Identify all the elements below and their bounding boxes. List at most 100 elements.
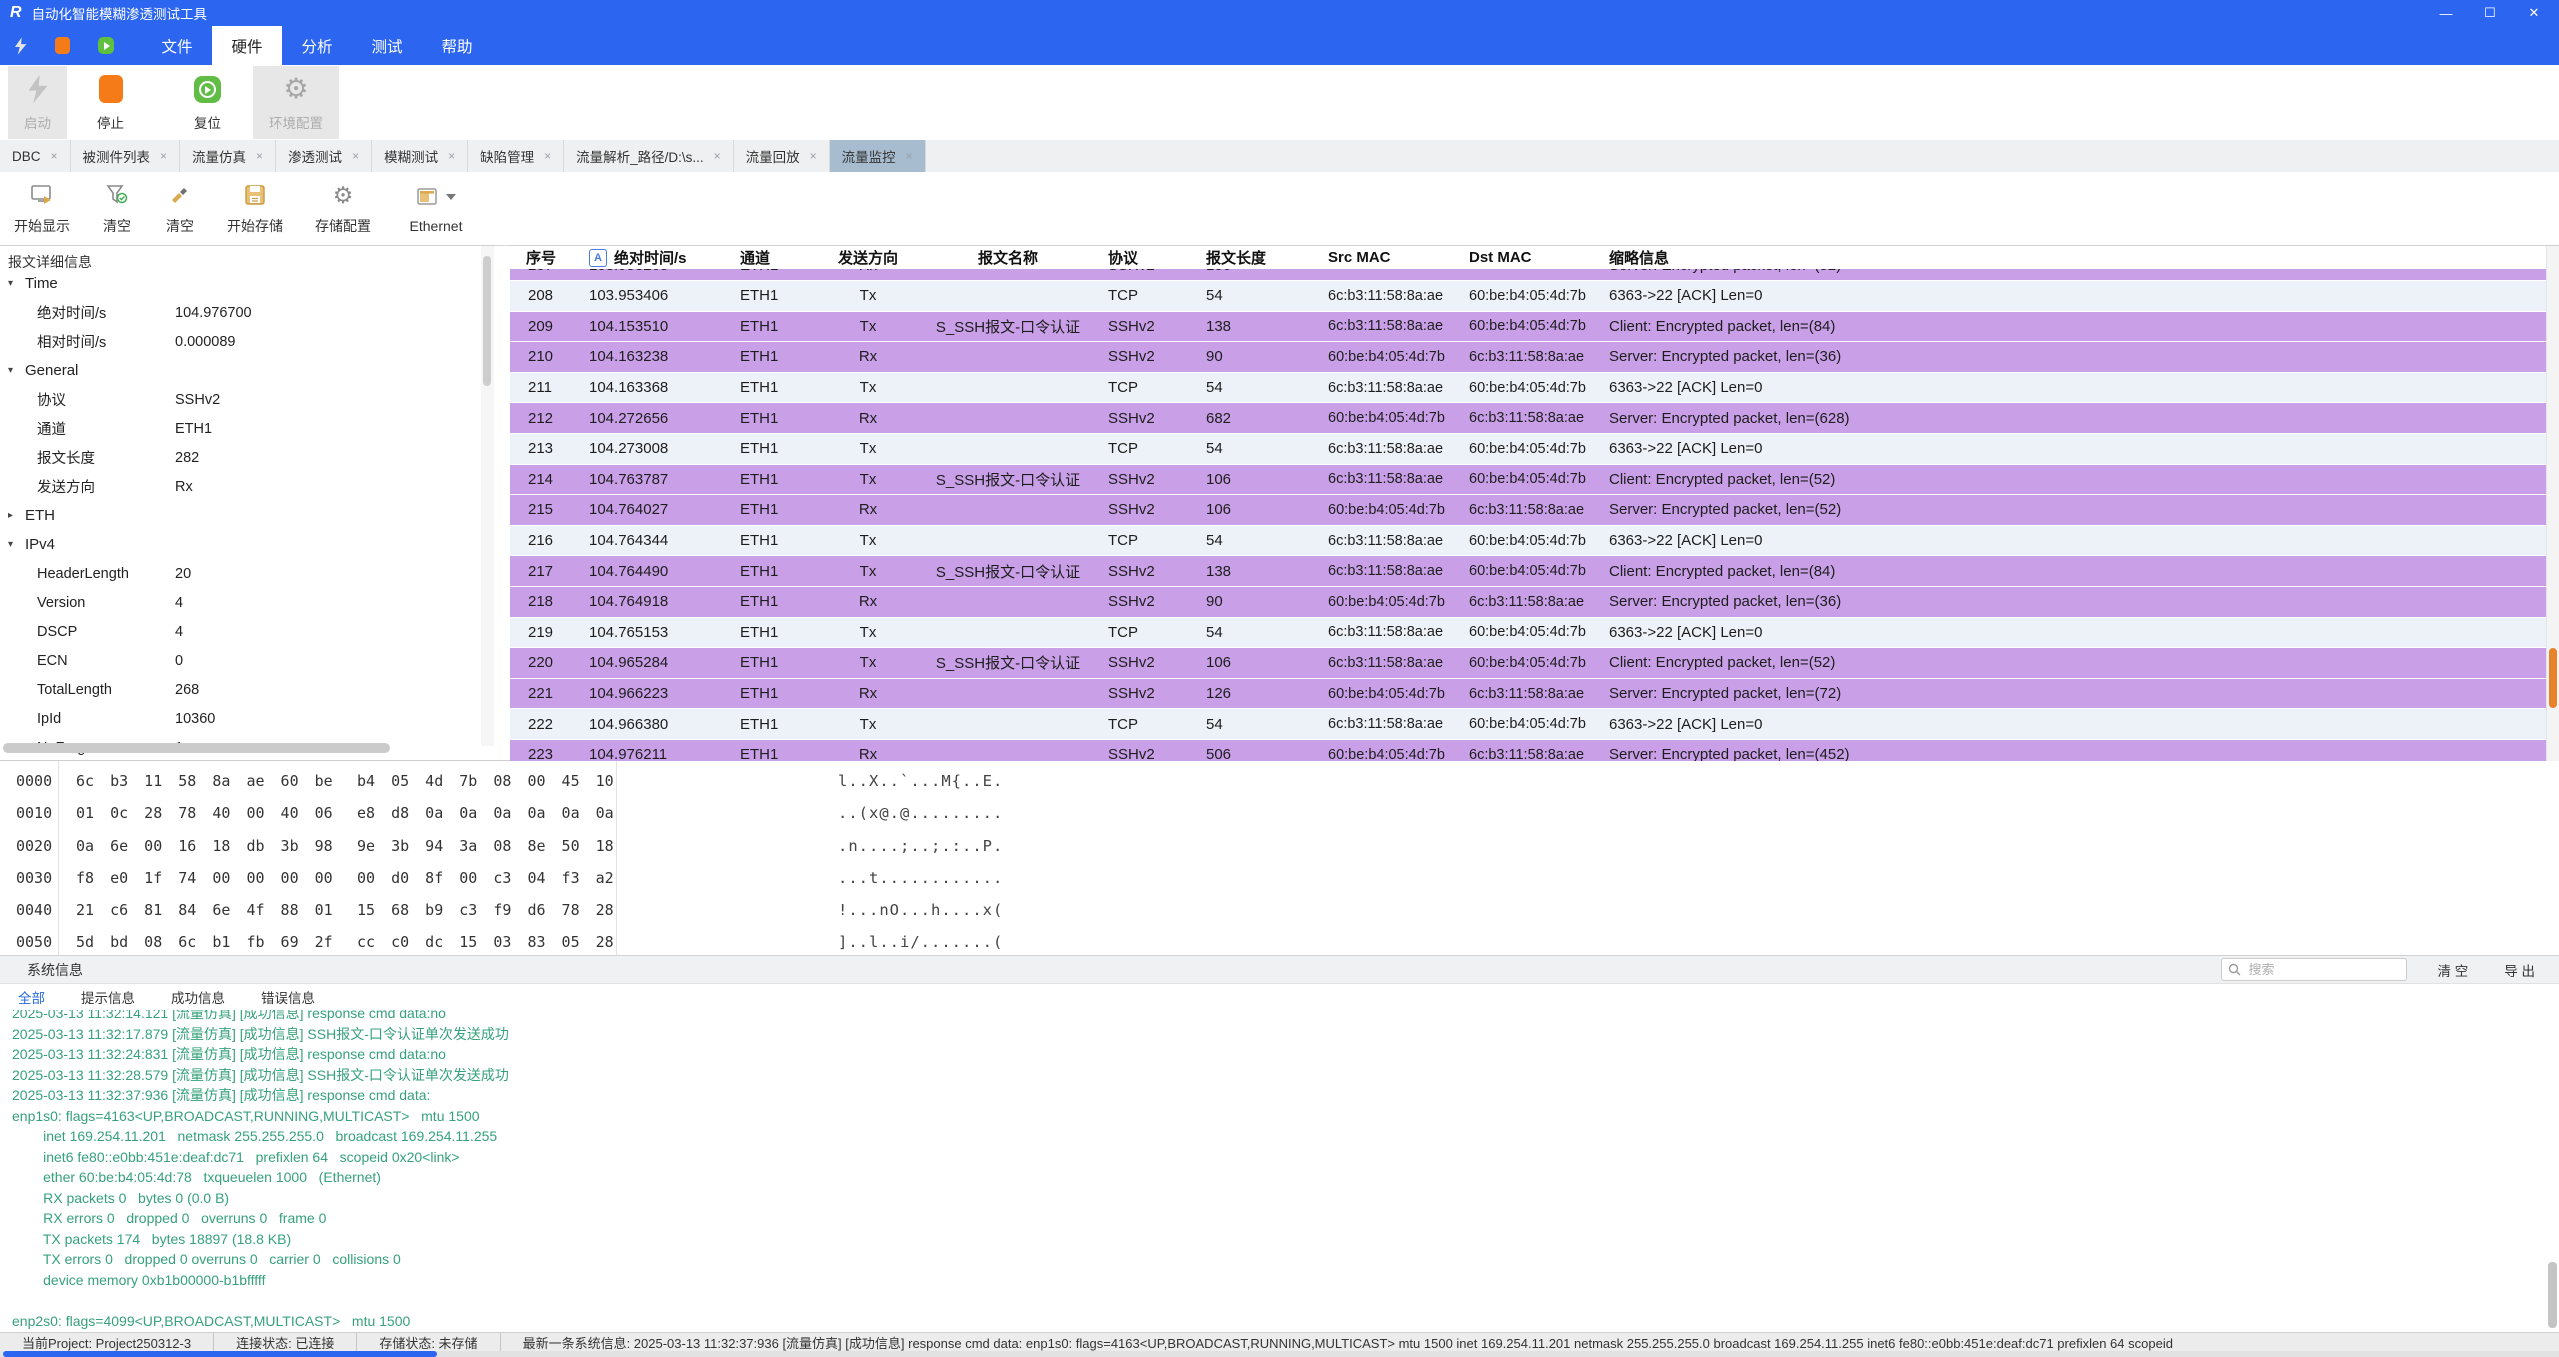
detail-tree-item[interactable]: ▸ ETH: [0, 501, 494, 530]
document-tab[interactable]: 流量仿真 ×: [180, 140, 276, 172]
detail-tree-item[interactable]: 相对时间/s 0.000089: [0, 327, 494, 356]
env-config-button[interactable]: ⚙ 环境配置: [253, 66, 339, 139]
tab-close-icon[interactable]: ×: [352, 149, 359, 163]
maximize-icon[interactable]: ☐: [2483, 5, 2497, 21]
menu-item[interactable]: 硬件: [212, 26, 282, 65]
search-input[interactable]: [2246, 961, 2380, 978]
tree-arrow-icon[interactable]: ▾: [8, 278, 25, 289]
packet-row[interactable]: 221 104.966223 ETH1 Rx SSHv2 126 60:be:b…: [510, 679, 2547, 710]
tab-close-icon[interactable]: ×: [448, 149, 455, 163]
start-display-button[interactable]: 开始显示: [0, 172, 84, 245]
col-header-channel[interactable]: 通道: [740, 247, 828, 268]
tab-close-icon[interactable]: ×: [544, 149, 551, 163]
interface-selector[interactable]: Ethernet: [386, 172, 486, 245]
detail-tree-item[interactable]: 发送方向 Rx: [0, 472, 494, 501]
document-tab[interactable]: DBC ×: [0, 140, 71, 172]
log-filter-tab[interactable]: 提示信息: [81, 987, 135, 1007]
packet-row[interactable]: 213 104.273008 ETH1 Tx TCP 54 6c:b3:11:5…: [510, 434, 2547, 465]
detail-tree-item[interactable]: Version 4: [0, 588, 494, 617]
tab-close-icon[interactable]: ×: [810, 149, 817, 163]
tab-close-icon[interactable]: ×: [714, 149, 721, 163]
document-tab[interactable]: 缺陷管理 ×: [468, 140, 564, 172]
log-scrollbar-thumb[interactable]: [2548, 1262, 2557, 1328]
log-filter-tab[interactable]: 成功信息: [171, 987, 225, 1007]
menu-item[interactable]: 文件: [142, 26, 212, 65]
col-header-no[interactable]: 序号: [510, 247, 589, 268]
log-search-box[interactable]: [2221, 958, 2407, 981]
filter-button[interactable]: 清空: [84, 172, 150, 245]
packet-row[interactable]: 219 104.765153 ETH1 Tx TCP 54 6c:b3:11:5…: [510, 618, 2547, 649]
detail-vertical-scrollbar[interactable]: [481, 246, 494, 746]
stop-button[interactable]: 停止: [81, 66, 140, 139]
packet-row[interactable]: 209 104.153510 ETH1 Tx S_SSH报文-口令认证 SSHv…: [510, 312, 2547, 343]
packet-row[interactable]: 212 104.272656 ETH1 Rx SSHv2 682 60:be:b…: [510, 403, 2547, 434]
detail-tree-item[interactable]: IpId 10360: [0, 704, 494, 733]
tree-arrow-icon[interactable]: ▾: [8, 539, 25, 550]
packet-row[interactable]: 218 104.764918 ETH1 Rx SSHv2 90 60:be:b4…: [510, 587, 2547, 618]
detail-tree-item[interactable]: DSCP 4: [0, 617, 494, 646]
clear-button[interactable]: 清空: [150, 172, 210, 245]
col-header-time[interactable]: A 绝对时间/s: [589, 247, 740, 268]
col-header-src-mac[interactable]: Src MAC: [1328, 249, 1469, 266]
packet-row[interactable]: 208 103.953406 ETH1 Tx TCP 54 6c:b3:11:5…: [510, 281, 2547, 312]
packet-row[interactable]: 220 104.965284 ETH1 Tx S_SSH报文-口令认证 SSHv…: [510, 648, 2547, 679]
bottom-scrollbar[interactable]: [0, 1351, 2559, 1357]
stop-icon[interactable]: [55, 37, 69, 54]
detail-tree-item[interactable]: ▾ Time: [0, 269, 494, 298]
menu-item[interactable]: 分析: [282, 26, 352, 65]
export-log-button[interactable]: 导 出: [2498, 959, 2541, 981]
close-icon[interactable]: ✕: [2527, 5, 2541, 21]
packet-row[interactable]: 217 104.764490 ETH1 Tx S_SSH报文-口令认证 SSHv…: [510, 556, 2547, 587]
detail-tree-item[interactable]: HeaderLength 20: [0, 559, 494, 588]
detail-tree-item[interactable]: ECN 0: [0, 646, 494, 675]
start-store-button[interactable]: 开始存储: [210, 172, 300, 245]
start-button[interactable]: 启动: [8, 66, 67, 139]
scrollbar-thumb[interactable]: [483, 256, 491, 386]
packet-row[interactable]: 214 104.763787 ETH1 Tx S_SSH报文-口令认证 SSHv…: [510, 465, 2547, 496]
packet-row[interactable]: 210 104.163238 ETH1 Rx SSHv2 90 60:be:b4…: [510, 342, 2547, 373]
packet-row[interactable]: 222 104.966380 ETH1 Tx TCP 54 6c:b3:11:5…: [510, 709, 2547, 740]
detail-tree-item[interactable]: ▾ General: [0, 356, 494, 385]
menu-item[interactable]: 帮助: [422, 26, 492, 65]
detail-tree-item[interactable]: 通道 ETH1: [0, 414, 494, 443]
lightning-icon[interactable]: [14, 37, 27, 55]
store-config-button[interactable]: ⚙ 存储配置: [300, 172, 386, 245]
document-tab[interactable]: 流量监控 ×: [830, 140, 926, 172]
scrollbar-thumb[interactable]: [3, 1351, 437, 1357]
tree-arrow-icon[interactable]: ▸: [8, 510, 25, 521]
detail-tree-item[interactable]: 报文长度 282: [0, 443, 494, 472]
col-header-name[interactable]: 报文名称: [908, 247, 1108, 268]
document-tab[interactable]: 模糊测试 ×: [372, 140, 468, 172]
tab-close-icon[interactable]: ×: [51, 149, 58, 163]
tree-arrow-icon[interactable]: ▾: [8, 365, 25, 376]
detail-tree-item[interactable]: 绝对时间/s 104.976700: [0, 298, 494, 327]
col-header-direction[interactable]: 发送方向: [828, 247, 908, 268]
detail-tree-item[interactable]: 协议 SSHv2: [0, 385, 494, 414]
log-filter-tab[interactable]: 错误信息: [261, 987, 315, 1007]
col-header-length[interactable]: 报文长度: [1206, 247, 1328, 268]
packet-row[interactable]: 215 104.764027 ETH1 Rx SSHv2 106 60:be:b…: [510, 495, 2547, 526]
reset-icon[interactable]: [98, 37, 114, 54]
document-tab[interactable]: 被测件列表 ×: [71, 140, 181, 172]
scrollbar-thumb[interactable]: [2549, 648, 2557, 708]
minimize-icon[interactable]: —: [2439, 6, 2453, 21]
tab-close-icon[interactable]: ×: [256, 149, 263, 163]
packet-row[interactable]: 211 104.163368 ETH1 Tx TCP 54 6c:b3:11:5…: [510, 373, 2547, 404]
table-vertical-scrollbar[interactable]: [2546, 246, 2559, 761]
tab-close-icon[interactable]: ×: [906, 149, 913, 163]
packet-row[interactable]: 223 104.976211 ETH1 Rx SSHv2 506 60:be:b…: [510, 740, 2547, 761]
clear-log-button[interactable]: 清 空: [2431, 959, 2474, 981]
reset-button[interactable]: 复位: [178, 66, 237, 139]
col-header-protocol[interactable]: 协议: [1108, 247, 1206, 268]
detail-horizontal-scrollbar[interactable]: [3, 743, 390, 753]
packet-row[interactable]: 216 104.764344 ETH1 Tx TCP 54 6c:b3:11:5…: [510, 526, 2547, 557]
detail-tree-item[interactable]: ▾ IPv4: [0, 530, 494, 559]
document-tab[interactable]: 流量解析_路径/D:\s... ×: [564, 140, 734, 172]
log-filter-tab[interactable]: 全部: [18, 987, 45, 1007]
detail-tree-item[interactable]: TotalLength 268: [0, 675, 494, 704]
tab-close-icon[interactable]: ×: [160, 149, 167, 163]
document-tab[interactable]: 流量回放 ×: [734, 140, 830, 172]
col-header-info[interactable]: 缩略信息: [1609, 247, 2547, 268]
document-tab[interactable]: 渗透测试 ×: [276, 140, 372, 172]
col-header-dst-mac[interactable]: Dst MAC: [1469, 249, 1609, 266]
